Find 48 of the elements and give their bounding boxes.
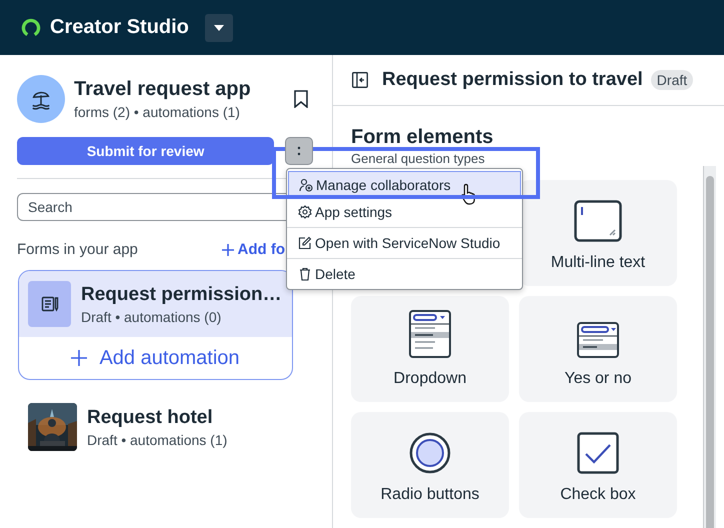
element-card[interactable]: Dropdown [351,296,509,402]
settings-icon [298,205,312,219]
trash-icon [298,267,312,281]
element-label: Check box [560,486,636,504]
beach-umbrella-icon [17,75,65,123]
element-label: Dropdown [394,370,466,388]
form-title: Request permission… [81,284,282,306]
form-item[interactable]: Request hotel Draft • automations (1) [19,393,292,461]
add-person-icon [299,178,313,192]
element-card[interactable]: Radio buttons [351,412,509,518]
add-form-link[interactable]: Add fo [222,241,285,258]
element-card[interactable]: Yes or no [519,296,677,402]
section-label: Forms in your app [17,241,138,258]
caret-icon [212,24,225,32]
form-title: Request hotel [87,406,214,428]
logo-icon [20,16,42,38]
text-area-icon [574,200,622,242]
more-button[interactable] [285,137,313,165]
element-label: Yes or no [564,370,632,388]
section-subheading: General question types [351,151,486,166]
form-card[interactable]: Request permission… Draft • automations (0) Add automation [18,270,293,380]
app-title: Creator Studio [50,16,189,39]
element-label: Multi-line text [550,254,646,272]
select-list-icon [577,322,619,358]
element-card[interactable]: Check box [519,412,677,518]
section-heading: Form elements [351,126,494,149]
form-heading: Request permission to travel [382,69,643,91]
more-icon [297,146,302,156]
plus-icon [222,244,234,256]
app-name: Travel request app [74,78,252,101]
scrollbar[interactable] [703,166,716,528]
radio-button-icon [409,432,451,474]
app-summary: forms (2) • automations (1) [74,104,241,120]
bookmark-icon[interactable] [294,90,308,108]
form-subtitle: Draft • automations (0) [81,308,222,324]
dropdown-button[interactable] [204,14,233,42]
submit-button[interactable]: Submit for review [17,137,274,165]
form-subtitle: Draft • automations (1) [87,432,228,448]
add-automation-link[interactable]: Add automation [19,337,292,379]
plus-icon [71,350,88,366]
edit-icon [298,236,312,250]
element-label: Radio buttons [380,486,480,504]
collapse-panel-icon[interactable] [352,72,368,88]
menu-item[interactable]: Open with ServiceNow Studio [288,230,521,256]
status-badge: Draft [650,70,694,90]
form-icon [28,281,71,327]
dropdown-icon [409,310,451,358]
checkbox-icon [577,432,619,474]
